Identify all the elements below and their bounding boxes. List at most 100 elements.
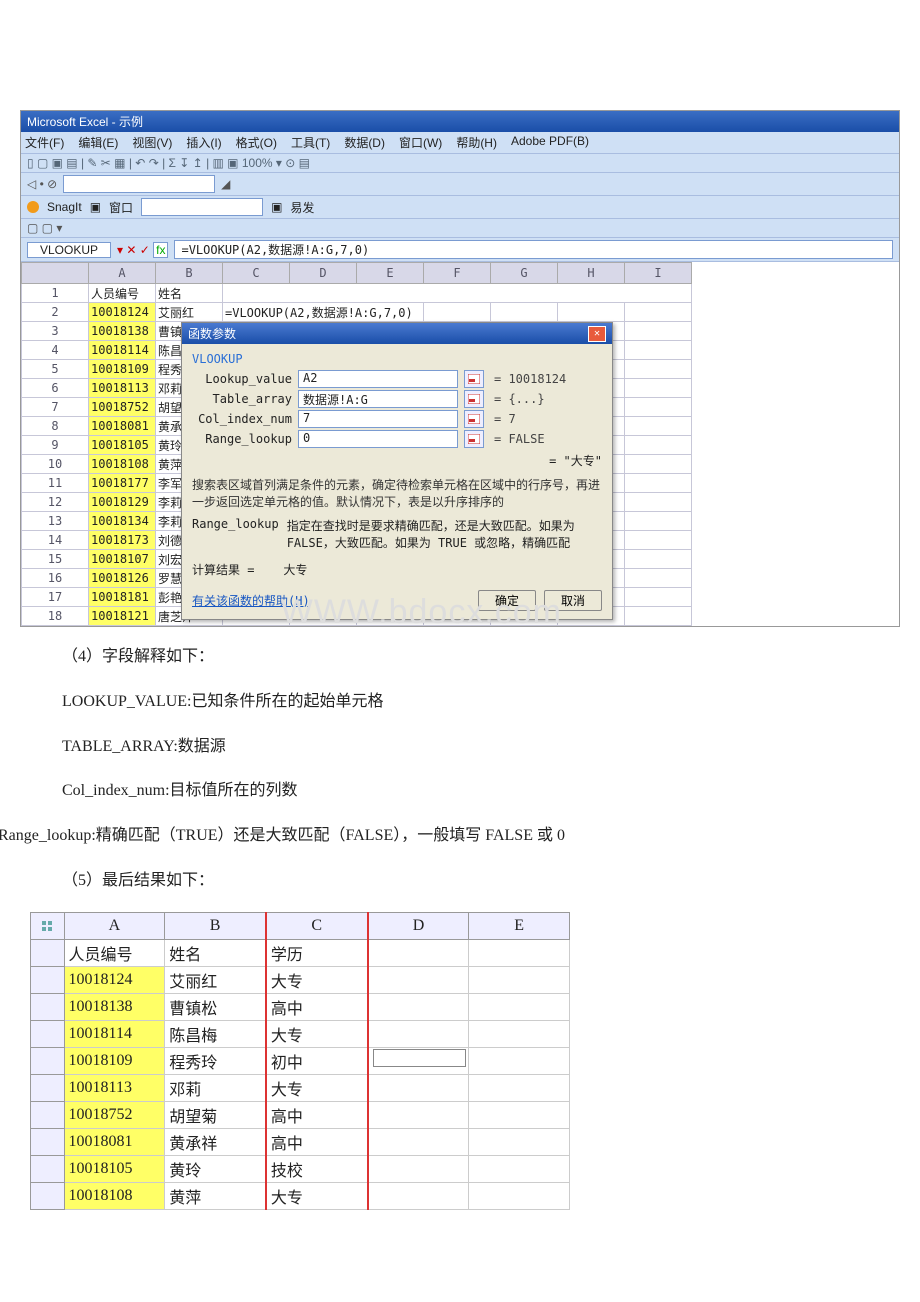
cell-id[interactable]: 10018126 [89, 569, 156, 588]
cell-id[interactable]: 10018107 [89, 550, 156, 569]
cell-id[interactable]: 10018109 [89, 360, 156, 379]
cell-id[interactable]: 10018177 [89, 474, 156, 493]
row-head[interactable]: 4 [22, 341, 89, 360]
corner-cell[interactable] [22, 263, 89, 284]
row-head[interactable]: 12 [22, 493, 89, 512]
result-name: 程秀玲 [165, 1047, 266, 1074]
snagit-window[interactable]: 窗口 [109, 199, 133, 216]
help-link[interactable]: 有关该函数的帮助(H) [192, 592, 310, 609]
arg-lookup-value-label: Lookup_value [192, 372, 292, 386]
menu-edit[interactable]: 编辑(E) [78, 134, 118, 151]
menu-insert[interactable]: 插入(I) [186, 134, 221, 151]
row-head[interactable]: 14 [22, 531, 89, 550]
menu-data[interactable]: 数据(D) [344, 134, 385, 151]
snagit-dropdown[interactable] [141, 198, 263, 216]
toolbar-icons[interactable]: ▯ ▢ ▣ ▤ | ✎ ✂ ▦ | ↶ ↷ | Σ ↧ ↥ | ▥ ▣ 100%… [27, 156, 310, 170]
menu-format[interactable]: 格式(O) [236, 134, 277, 151]
row-head[interactable]: 6 [22, 379, 89, 398]
range-selector-icon[interactable] [464, 410, 484, 428]
cell-id[interactable]: 10018124 [89, 303, 156, 322]
row-head[interactable]: 7 [22, 398, 89, 417]
arg-range-lookup-input[interactable]: 0 [298, 430, 458, 448]
row-head[interactable]: 18 [22, 607, 89, 626]
formula-input[interactable]: =VLOOKUP(A2,数据源!A:G,7,0) [174, 240, 893, 259]
row-head[interactable]: 16 [22, 569, 89, 588]
extra-toolbar: ▢ ▢ ▾ [21, 219, 899, 238]
row-head[interactable]: 2 [22, 303, 89, 322]
cell-A1[interactable]: 人员编号 [89, 284, 156, 303]
arg-table-array-input[interactable]: 数据源!A:G [298, 390, 458, 408]
cell-id[interactable]: 10018081 [89, 417, 156, 436]
cell-id[interactable]: 10018105 [89, 436, 156, 455]
result-value: 大专 [283, 563, 307, 577]
snagit-capture-icon[interactable]: ▣ [90, 200, 101, 214]
result-blank [368, 1074, 469, 1101]
result-blank [469, 1128, 570, 1155]
font-dropdown[interactable] [63, 175, 215, 193]
menu-file[interactable]: 文件(F) [25, 134, 64, 151]
cancel-button[interactable]: 取消 [544, 590, 602, 611]
cell-id[interactable]: 10018114 [89, 341, 156, 360]
extra-icons[interactable]: ▢ ▢ ▾ [27, 221, 62, 235]
range-selector-icon[interactable] [464, 390, 484, 408]
cell-id[interactable]: 10018173 [89, 531, 156, 550]
cell-id[interactable]: 10018129 [89, 493, 156, 512]
menu-adobe[interactable]: Adobe PDF(B) [511, 134, 589, 151]
col-E[interactable]: E [357, 263, 424, 284]
row-head[interactable]: 17 [22, 588, 89, 607]
cell-blank[interactable] [223, 284, 692, 303]
row-head[interactable]: 10 [22, 455, 89, 474]
arg-col-index-input[interactable]: 7 [298, 410, 458, 428]
row-head-1[interactable]: 1 [22, 284, 89, 303]
col-I[interactable]: I [625, 263, 692, 284]
cell-id[interactable]: 10018113 [89, 379, 156, 398]
close-icon[interactable]: ✕ [588, 326, 606, 342]
draw-icon[interactable]: ◢ [221, 177, 230, 191]
cell-B1[interactable]: 姓名 [156, 284, 223, 303]
col-B[interactable]: B [156, 263, 223, 284]
window-titlebar: Microsoft Excel - 示例 [21, 111, 899, 132]
menu-window[interactable]: 窗口(W) [399, 134, 442, 151]
row-head[interactable]: 3 [22, 322, 89, 341]
cell-name[interactable]: 艾丽红 [156, 303, 223, 322]
explanation-text: （4）字段解释如下： LOOKUP_VALUE:已知条件所在的起始单元格 TAB… [30, 643, 890, 896]
row-head[interactable]: 11 [22, 474, 89, 493]
col-F[interactable]: F [424, 263, 491, 284]
arg-lookup-value-input[interactable]: A2 [298, 370, 458, 388]
cell-id[interactable]: 10018121 [89, 607, 156, 626]
function-name: VLOOKUP [192, 352, 602, 366]
sketch-icon[interactable]: ◁ • ⊘ [27, 177, 57, 191]
result-id: 10018113 [64, 1074, 165, 1101]
cell-id[interactable]: 10018138 [89, 322, 156, 341]
row-head[interactable]: 15 [22, 550, 89, 569]
row-head[interactable]: 13 [22, 512, 89, 531]
cell-id[interactable]: 10018181 [89, 588, 156, 607]
row-head[interactable]: 8 [22, 417, 89, 436]
result-rowh [31, 1047, 65, 1074]
menu-bar: 文件(F) 编辑(E) 视图(V) 插入(I) 格式(O) 工具(T) 数据(D… [21, 132, 899, 154]
col-D[interactable]: D [290, 263, 357, 284]
result-edu: 大专 [266, 1074, 368, 1101]
format-toolbar: ◁ • ⊘ ◢ [21, 173, 899, 196]
formula-bar: VLOOKUP ▾ ✕ ✓ fx =VLOOKUP(A2,数据源!A:G,7,0… [21, 238, 899, 262]
row-head[interactable]: 5 [22, 360, 89, 379]
range-selector-icon[interactable] [464, 430, 484, 448]
col-H[interactable]: H [558, 263, 625, 284]
cell-id[interactable]: 10018108 [89, 455, 156, 474]
col-C[interactable]: C [223, 263, 290, 284]
name-box[interactable]: VLOOKUP [27, 242, 111, 258]
ok-button[interactable]: 确定 [478, 590, 536, 611]
formula-buttons[interactable]: ▾ ✕ ✓ fx [117, 243, 168, 257]
yifa-icon[interactable]: ▣ [271, 200, 282, 214]
menu-view[interactable]: 视图(V) [132, 134, 172, 151]
cell-id[interactable]: 10018134 [89, 512, 156, 531]
result-col-D: D [368, 912, 469, 939]
col-G[interactable]: G [491, 263, 558, 284]
range-selector-icon[interactable] [464, 370, 484, 388]
cell-id[interactable]: 10018752 [89, 398, 156, 417]
menu-help[interactable]: 帮助(H) [456, 134, 497, 151]
col-A[interactable]: A [89, 263, 156, 284]
row-head[interactable]: 9 [22, 436, 89, 455]
menu-tools[interactable]: 工具(T) [291, 134, 330, 151]
cell-C2[interactable]: =VLOOKUP(A2,数据源!A:G,7,0) [223, 303, 424, 322]
